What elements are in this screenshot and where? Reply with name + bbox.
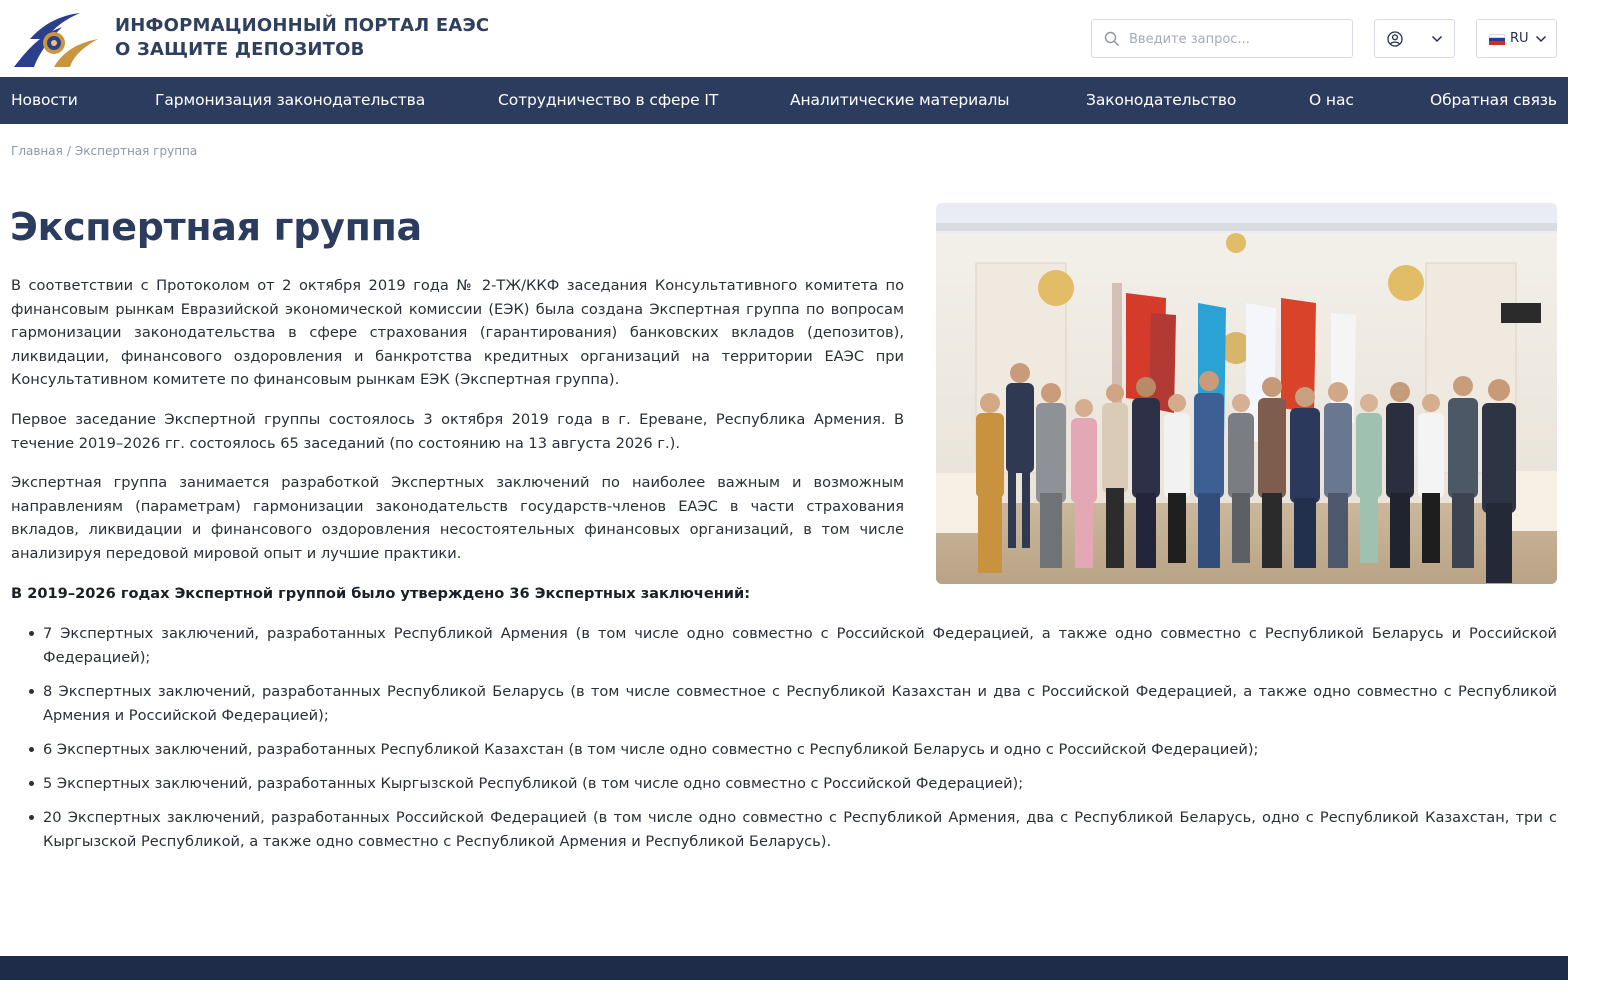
russia-flag-icon — [1489, 34, 1505, 45]
site-header: ИНФОРМАЦИОННЫЙ ПОРТАЛ ЕАЭС О ЗАЩИТЕ ДЕПО… — [0, 0, 1568, 77]
group-photo-image — [936, 203, 1557, 584]
intro-paragraph: В соответствии с Протоколом от 2 октября… — [11, 277, 904, 389]
eaeu-logo-icon[interactable] — [10, 9, 98, 67]
breadcrumb: Главная / Экспертная группа — [11, 144, 197, 158]
user-menu-button[interactable] — [1374, 19, 1455, 58]
conclusions-heading: В 2019–2026 годах Экспертной группой был… — [11, 585, 751, 602]
list-item: 5 Экспертных заключений, разработанных К… — [29, 772, 1557, 796]
nav-item-legislation[interactable]: Законодательство — [1086, 91, 1236, 109]
group-photo — [936, 203, 1557, 584]
nav-item-harmonization[interactable]: Гармонизация законодательства — [155, 91, 425, 109]
search-input[interactable] — [1129, 28, 1344, 50]
list-item: 7 Экспертных заключений, разработанных Р… — [29, 622, 1557, 669]
chevron-down-icon — [1535, 35, 1547, 43]
nav-item-feedback[interactable]: Обратная связь — [1430, 91, 1557, 109]
breadcrumb-separator: / — [66, 144, 71, 158]
site-footer — [0, 956, 1568, 980]
language-selector[interactable]: RU — [1476, 19, 1557, 58]
nav-item-news[interactable]: Новости — [11, 91, 78, 109]
activity-paragraph: Экспертная группа занимается разработкой… — [11, 474, 904, 562]
nav-item-it-cooperation[interactable]: Сотрудничество в сфере IT — [498, 91, 718, 109]
user-circle-icon — [1387, 31, 1403, 47]
search-box — [1091, 19, 1353, 58]
first-meeting-paragraph: Первое заседание Экспертной группы состо… — [11, 411, 904, 452]
list-item: 8 Экспертных заключений, разработанных Р… — [29, 680, 1557, 727]
list-item: 20 Экспертных заключений, разработанных … — [29, 806, 1557, 853]
nav-item-analytics[interactable]: Аналитические материалы — [790, 91, 1010, 109]
list-item: 6 Экспертных заключений, разработанных Р… — [29, 738, 1557, 762]
breadcrumb-current: Экспертная группа — [74, 144, 198, 158]
nav-item-about[interactable]: О нас — [1309, 91, 1354, 109]
site-title[interactable]: ИНФОРМАЦИОННЫЙ ПОРТАЛ ЕАЭС О ЗАЩИТЕ ДЕПО… — [115, 14, 489, 62]
language-label: RU — [1510, 31, 1529, 46]
page-title: Экспертная группа — [10, 205, 422, 249]
chevron-down-icon — [1431, 35, 1443, 43]
search-icon[interactable] — [1104, 31, 1120, 47]
breadcrumb-home-link[interactable]: Главная — [11, 144, 63, 158]
main-nav: Новости Гармонизация законодательства Со… — [0, 77, 1568, 124]
site-title-line2: О ЗАЩИТЕ ДЕПОЗИТОВ — [115, 39, 365, 60]
site-title-line1: ИНФОРМАЦИОННЫЙ ПОРТАЛ ЕАЭС — [115, 15, 490, 36]
